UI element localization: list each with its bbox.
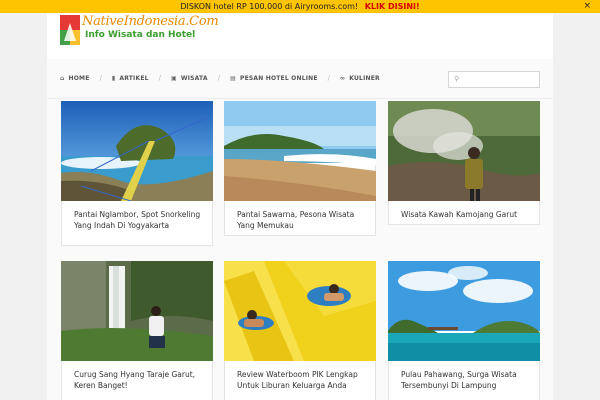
page-container: NativeIndonesia.Com Info Wisata dan Hote… xyxy=(47,13,553,400)
logo-subtitle: Info Wisata dan Hotel xyxy=(85,30,196,40)
nav-item-kuliner[interactable]: ∞ KULINER xyxy=(340,75,380,82)
post-card[interactable]: Pantai Nglambor, Spot Snorkeling Yang In… xyxy=(61,101,213,246)
post-title[interactable]: Curug Sang Hyang Taraje Garut, Keren Ban… xyxy=(74,369,202,391)
search-box: ⚲ xyxy=(448,71,540,88)
post-card[interactable]: Pantai Sawarna, Pesona Wisata Yang Memuk… xyxy=(224,101,376,236)
book-icon: ▮ xyxy=(111,74,116,82)
promo-bar: DISKON hotel RP 100.000 di Airyrooms.com… xyxy=(0,0,600,13)
calendar-icon: ▤ xyxy=(230,74,236,82)
promo-link[interactable]: KLIK DISINI! xyxy=(365,2,420,11)
nav-separator: / xyxy=(158,74,162,82)
post-thumbnail[interactable] xyxy=(224,261,376,361)
post-thumbnail[interactable] xyxy=(61,101,213,201)
post-card[interactable]: Review Waterboom PIK Lengkap Untuk Libur… xyxy=(224,261,376,400)
nav-item-wisata[interactable]: ▣ WISATA xyxy=(171,75,208,82)
logo-mark-icon xyxy=(60,15,80,45)
nav-label: KULINER xyxy=(349,74,380,82)
nav-label: HOME xyxy=(68,74,90,82)
post-title[interactable]: Review Waterboom PIK Lengkap Untuk Libur… xyxy=(237,369,365,391)
post-card[interactable]: Curug Sang Hyang Taraje Garut, Keren Ban… xyxy=(61,261,213,400)
search-icon[interactable]: ⚲ xyxy=(454,75,459,83)
promo-text: DISKON hotel RP 100.000 di Airyrooms.com… xyxy=(180,2,359,11)
post-thumbnail[interactable] xyxy=(388,261,540,361)
nav-separator: / xyxy=(327,74,331,82)
close-icon[interactable]: × xyxy=(583,0,591,13)
nav-label: WISATA xyxy=(180,74,208,82)
post-title[interactable]: Pantai Sawarna, Pesona Wisata Yang Memuk… xyxy=(237,209,365,231)
post-title[interactable]: Pantai Nglambor, Spot Snorkeling Yang In… xyxy=(74,209,202,231)
link-icon: ∞ xyxy=(340,74,346,82)
nav-separator: / xyxy=(217,74,221,82)
search-input[interactable] xyxy=(463,73,537,86)
nav-item-artikel[interactable]: ▮ ARTIKEL xyxy=(112,75,149,82)
nav-label: PESAN HOTEL ONLINE xyxy=(239,74,318,82)
post-thumbnail[interactable] xyxy=(388,101,540,201)
nav-label: ARTIKEL xyxy=(119,74,149,82)
nav-item-home[interactable]: ⌂ HOME xyxy=(60,75,90,82)
post-title[interactable]: Wisata Kawah Kamojang Garut xyxy=(401,209,529,220)
home-icon: ⌂ xyxy=(60,74,65,82)
site-logo[interactable]: NativeIndonesia.Com Info Wisata dan Hote… xyxy=(60,14,230,45)
post-card[interactable]: Pulau Pahawang, Surga Wisata Tersembunyi… xyxy=(388,261,540,400)
image-icon: ▣ xyxy=(171,74,177,82)
post-title[interactable]: Pulau Pahawang, Surga Wisata Tersembunyi… xyxy=(401,369,529,391)
nav-item-pesan-hotel[interactable]: ▤ PESAN HOTEL ONLINE xyxy=(230,75,318,82)
nav-separator: / xyxy=(99,74,102,82)
logo-title: NativeIndonesia.Com xyxy=(82,14,219,29)
site-header: NativeIndonesia.Com Info Wisata dan Hote… xyxy=(47,13,553,59)
post-thumbnail[interactable] xyxy=(61,261,213,361)
post-thumbnail[interactable] xyxy=(224,101,376,201)
post-card[interactable]: Wisata Kawah Kamojang Garut xyxy=(388,101,540,225)
